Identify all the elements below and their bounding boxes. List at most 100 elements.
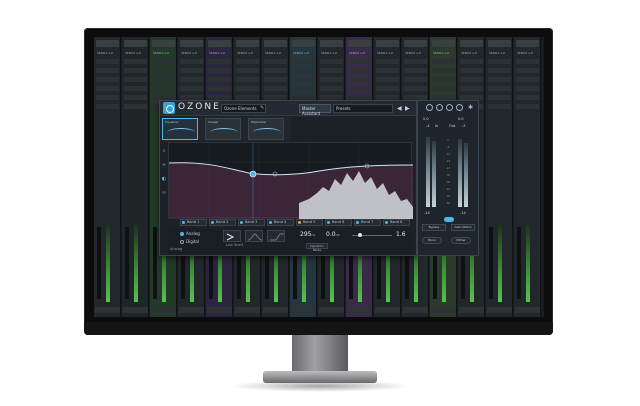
channel-send-slot[interactable] bbox=[488, 104, 511, 109]
channel-fader[interactable] bbox=[97, 227, 101, 299]
channel-send-slot[interactable] bbox=[376, 59, 399, 64]
channel-send-slot[interactable] bbox=[208, 77, 231, 82]
channel-name-slot[interactable] bbox=[151, 307, 176, 313]
channel-name-slot[interactable] bbox=[291, 307, 316, 313]
output-gain-value[interactable]: -14 bbox=[460, 211, 466, 215]
channel-send-slot[interactable] bbox=[152, 77, 175, 82]
channel-fader[interactable] bbox=[125, 227, 129, 299]
channel-send-slot[interactable] bbox=[376, 86, 399, 91]
channel-send-slot[interactable] bbox=[432, 86, 455, 91]
high-shelf-shape-button[interactable] bbox=[267, 230, 285, 242]
channel-send-slot[interactable] bbox=[488, 86, 511, 91]
mode-analog-radio[interactable]: Analog bbox=[180, 231, 200, 236]
settings-icon[interactable] bbox=[446, 104, 453, 111]
channel-send-slot[interactable] bbox=[488, 59, 511, 64]
module-equalizer[interactable]: Equalizer bbox=[162, 118, 198, 140]
q-value[interactable]: 1.6 bbox=[396, 231, 406, 238]
channel-send-slot[interactable] bbox=[292, 86, 315, 91]
channel-send-slot[interactable] bbox=[348, 77, 371, 82]
band-4-button[interactable]: Band 4 bbox=[267, 219, 294, 226]
channel-send-slot[interactable] bbox=[236, 59, 259, 64]
channel-send-slot[interactable] bbox=[460, 77, 483, 82]
ozone-plugin-window[interactable]: OZONE Ozone Elements ✎ Master Assistant … bbox=[159, 100, 417, 256]
spectrum-icon[interactable]: ≈ bbox=[161, 162, 167, 168]
zoom-icon[interactable]: ⌕ bbox=[161, 148, 167, 154]
channel-name-slot[interactable] bbox=[235, 307, 260, 313]
channel-name-slot[interactable] bbox=[515, 307, 540, 313]
expand-icon[interactable]: ✱ bbox=[468, 104, 475, 111]
ms-mode-icon[interactable]: ◐ bbox=[161, 176, 167, 182]
channel-send-slot[interactable] bbox=[292, 68, 315, 73]
band-6-button[interactable]: Band 6 bbox=[325, 219, 352, 226]
channel-send-slot[interactable] bbox=[264, 59, 287, 64]
channel-insert-slot[interactable] bbox=[320, 40, 343, 47]
channel-name-slot[interactable] bbox=[319, 307, 344, 313]
channel-send-slot[interactable] bbox=[152, 59, 175, 64]
channel-send-slot[interactable] bbox=[432, 77, 455, 82]
channel-send-slot[interactable] bbox=[292, 77, 315, 82]
channel-insert-slot[interactable] bbox=[488, 40, 511, 47]
channel-name-slot[interactable] bbox=[95, 307, 120, 313]
edit-preset-icon[interactable]: ✎ bbox=[260, 105, 264, 111]
channel-send-slot[interactable] bbox=[404, 59, 427, 64]
input-gain-value[interactable]: -14 bbox=[424, 211, 430, 215]
band-1-button[interactable]: Band 1 bbox=[180, 219, 207, 226]
channel-fader[interactable] bbox=[517, 227, 521, 299]
gain-match-button[interactable]: Gain Match bbox=[451, 224, 475, 231]
channel-fader[interactable] bbox=[489, 227, 493, 299]
channel-send-slot[interactable] bbox=[96, 59, 119, 64]
frequency-value[interactable]: 295Hz bbox=[300, 231, 315, 238]
band-8-button[interactable]: Band 8 bbox=[383, 219, 410, 226]
channel-send-slot[interactable] bbox=[460, 59, 483, 64]
channel-send-slot[interactable] bbox=[488, 68, 511, 73]
channel-insert-slot[interactable] bbox=[264, 40, 287, 47]
channel-send-slot[interactable] bbox=[180, 68, 203, 73]
channel-send-slot[interactable] bbox=[96, 77, 119, 82]
channel-send-slot[interactable] bbox=[348, 59, 371, 64]
channel-send-slot[interactable] bbox=[292, 59, 315, 64]
channel-send-slot[interactable] bbox=[208, 68, 231, 73]
channel-send-slot[interactable] bbox=[180, 77, 203, 82]
channel-send-slot[interactable] bbox=[96, 95, 119, 100]
mode-digital-radio[interactable]: Digital bbox=[180, 239, 199, 244]
channel-insert-slot[interactable] bbox=[376, 40, 399, 47]
channel-send-slot[interactable] bbox=[124, 59, 147, 64]
bypass-button[interactable]: Bypass bbox=[422, 224, 446, 231]
channel-send-slot[interactable] bbox=[404, 77, 427, 82]
channel-send-slot[interactable] bbox=[152, 68, 175, 73]
channel-send-slot[interactable] bbox=[376, 77, 399, 82]
channel-send-slot[interactable] bbox=[488, 77, 511, 82]
channel-name-slot[interactable] bbox=[347, 307, 372, 313]
module-maximizer[interactable]: Maximizer bbox=[248, 118, 284, 140]
channel-send-slot[interactable] bbox=[432, 68, 455, 73]
channel-send-slot[interactable] bbox=[96, 86, 119, 91]
channel-insert-slot[interactable] bbox=[516, 40, 539, 47]
channel-insert-slot[interactable] bbox=[236, 40, 259, 47]
prev-preset-icon[interactable]: ◀ bbox=[397, 105, 402, 112]
channel-send-slot[interactable] bbox=[180, 59, 203, 64]
band-5-button[interactable]: Band 5 bbox=[296, 219, 323, 226]
module-imager[interactable]: Imager bbox=[205, 118, 241, 140]
channel-send-slot[interactable] bbox=[236, 68, 259, 73]
channel-send-slot[interactable] bbox=[180, 86, 203, 91]
channel-send-slot[interactable] bbox=[516, 77, 539, 82]
channel-send-slot[interactable] bbox=[320, 86, 343, 91]
channel-send-slot[interactable] bbox=[124, 68, 147, 73]
channel-insert-slot[interactable] bbox=[124, 40, 147, 47]
channel-send-slot[interactable] bbox=[320, 77, 343, 82]
channel-send-slot[interactable] bbox=[264, 68, 287, 73]
master-assistant-button[interactable]: Master Assistant bbox=[299, 104, 331, 116]
channel-send-slot[interactable] bbox=[208, 59, 231, 64]
undo-icon[interactable] bbox=[426, 104, 433, 111]
channel-name-slot[interactable] bbox=[375, 307, 400, 313]
dither-button[interactable]: Dither bbox=[451, 237, 471, 244]
channel-send-slot[interactable] bbox=[96, 68, 119, 73]
dynamic-mode-button[interactable]: Dynamic Mode bbox=[306, 243, 328, 252]
channel-send-slot[interactable] bbox=[516, 59, 539, 64]
presets-dropdown[interactable]: Presets bbox=[333, 104, 393, 113]
channel-name-slot[interactable] bbox=[431, 307, 456, 313]
channel-insert-slot[interactable] bbox=[348, 40, 371, 47]
channel-send-slot[interactable] bbox=[264, 77, 287, 82]
channel-name-slot[interactable] bbox=[123, 307, 148, 313]
channel-send-slot[interactable] bbox=[348, 86, 371, 91]
